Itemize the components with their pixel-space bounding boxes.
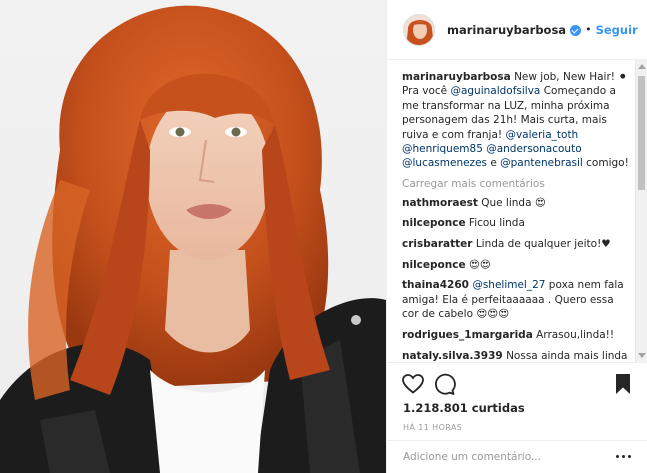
scrollbar-thumb[interactable] bbox=[638, 76, 645, 190]
post-timestamp: HÁ 11 HORAS bbox=[403, 423, 463, 432]
comments-scrollbar[interactable] bbox=[635, 60, 647, 362]
post-header: marinaruybarbosa • Seguir bbox=[387, 0, 647, 60]
comment-username[interactable]: nilceponce bbox=[402, 217, 466, 229]
caption-mention[interactable]: @pantenebrasil bbox=[500, 157, 583, 169]
comment: nilceponce Ficou linda bbox=[402, 216, 632, 231]
more-options-icon[interactable] bbox=[616, 455, 632, 459]
comment-text: Que linda 😍 bbox=[481, 196, 546, 209]
post-details-panel: marinaruybarbosa • Seguir marinaruybarbo… bbox=[386, 0, 647, 473]
follow-button[interactable]: Seguir bbox=[596, 23, 638, 37]
caption-mention[interactable]: @andersonacouto bbox=[486, 143, 581, 155]
comment: nathmoraest Que linda 😍 bbox=[402, 196, 632, 211]
separator-dot: • bbox=[585, 23, 592, 36]
comment: rodrigues_1margarida Arrasou,linda!! bbox=[402, 328, 632, 343]
add-comment-bar bbox=[387, 440, 647, 473]
comment-username[interactable]: nathmoraest bbox=[402, 197, 478, 209]
caption-mention[interactable]: @henriquem85 bbox=[402, 143, 483, 155]
caption-mention[interactable]: @aguinaldofsilva bbox=[450, 85, 540, 97]
comment-username[interactable]: rodrigues_1margarida bbox=[402, 329, 533, 341]
bookmark-icon[interactable] bbox=[611, 372, 635, 396]
load-more-comments-button[interactable]: Carregar mais comentários bbox=[402, 178, 632, 194]
comment-text: Arrasou,linda!! bbox=[536, 329, 615, 341]
comment-username[interactable]: crisbaratter bbox=[402, 238, 472, 250]
caption-mention[interactable]: @valeria_toth bbox=[505, 129, 578, 141]
verified-badge-icon bbox=[570, 25, 582, 36]
caption-text-3: e bbox=[487, 157, 501, 170]
scroll-down-arrow-icon[interactable] bbox=[638, 353, 646, 358]
comment-username[interactable]: thaina4260 bbox=[402, 279, 469, 291]
comment: thaina4260 @shelimel_27 poxa nem fala am… bbox=[402, 278, 632, 322]
header-username[interactable]: marinaruybarbosa bbox=[447, 23, 566, 37]
scroll-up-arrow-icon[interactable] bbox=[638, 64, 646, 69]
heart-icon[interactable] bbox=[401, 372, 425, 396]
caption-mention[interactable]: @lucasmenezes bbox=[402, 157, 487, 169]
avatar[interactable] bbox=[403, 13, 435, 46]
caption-username[interactable]: marinaruybarbosa bbox=[402, 71, 511, 83]
post-actions: 1.218.801 curtidas HÁ 11 HORAS bbox=[387, 362, 647, 447]
comment-input[interactable] bbox=[403, 451, 616, 463]
caption-text-4: comigo! bbox=[582, 157, 629, 170]
caption: marinaruybarbosa New job, New Hair! ⚫ Pr… bbox=[402, 70, 632, 171]
comment-icon[interactable] bbox=[432, 372, 456, 396]
likes-count[interactable]: 1.218.801 curtidas bbox=[403, 401, 525, 415]
comment-username[interactable]: nilceponce bbox=[402, 259, 466, 271]
comment: nataly.silva.3939 Nossa ainda mais linda… bbox=[402, 349, 632, 362]
comment-text: 😍😍 bbox=[468, 258, 491, 271]
comment: crisbaratter Linda de qualquer jeito!♥ bbox=[402, 237, 632, 252]
comment-username[interactable]: nataly.silva.3939 bbox=[402, 350, 503, 362]
comment-text: Ficou linda bbox=[468, 217, 525, 230]
comments-list[interactable]: marinaruybarbosa New job, New Hair! ⚫ Pr… bbox=[387, 60, 647, 362]
comment-mention[interactable]: @shelimel_27 bbox=[472, 279, 545, 291]
comment: nilceponce 😍😍 bbox=[402, 258, 632, 273]
comment-text: Linda de qualquer jeito!♥ bbox=[475, 238, 611, 251]
post-image[interactable] bbox=[0, 0, 386, 473]
